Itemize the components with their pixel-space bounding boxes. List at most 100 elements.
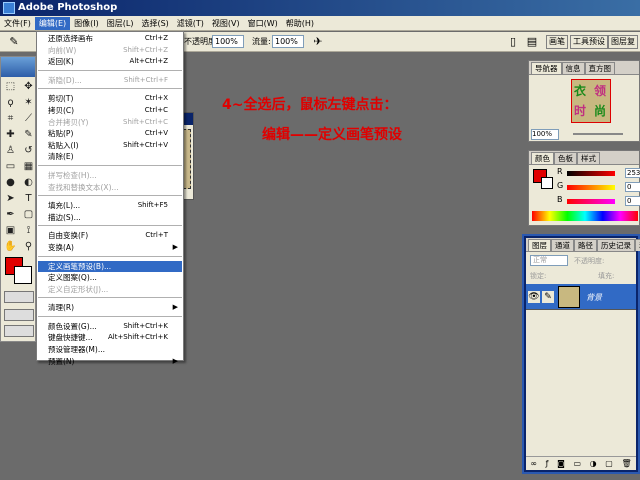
edit-menu-item[interactable]: 变换(A) ▶ (38, 242, 182, 254)
background-color-swatch[interactable] (14, 266, 32, 284)
tab-brushes[interactable]: 画笔 (546, 35, 568, 49)
notes-tool-icon[interactable]: ▣ (2, 223, 19, 238)
screen-mode-buttons[interactable] (4, 309, 34, 321)
menu-image[interactable]: 图像(I) (70, 17, 103, 30)
menu-filter[interactable]: 滤镜(T) (173, 17, 208, 30)
type-tool-icon[interactable]: T (20, 191, 37, 206)
tab-layer-comps[interactable]: 图层复 (608, 35, 638, 49)
blue-value-field[interactable]: 0 (625, 196, 640, 206)
blue-slider[interactable] (567, 199, 615, 204)
tab-color[interactable]: 颜色 (531, 152, 554, 164)
tab-swatches[interactable]: 色板 (554, 152, 577, 164)
layer-style-icon[interactable]: ƒ (546, 459, 549, 468)
pen-tool-icon[interactable]: ✒ (2, 207, 19, 222)
tab-history[interactable]: 历史记录 (597, 239, 635, 251)
tab-tool-presets[interactable]: 工具预设 (570, 35, 608, 49)
link-icon[interactable]: ∞ (530, 459, 537, 468)
edit-menu-item[interactable]: 清理(R) ▶ (38, 302, 182, 314)
edit-menu-item[interactable]: 定义图案(Q)... (38, 272, 182, 284)
tab-navigator[interactable]: 导航器 (531, 62, 562, 74)
file-browser-icon[interactable]: ▯ (505, 34, 521, 50)
tab-actions[interactable]: 动作 (635, 239, 640, 251)
edit-menu-item[interactable]: 粘贴(P) Ctrl+V (38, 128, 182, 140)
menu-window[interactable]: 窗口(W) (244, 17, 282, 30)
edit-menu-item[interactable]: 返回(K) Alt+Ctrl+Z (38, 56, 182, 68)
edit-menu-item[interactable]: 描边(S)... (38, 212, 182, 224)
jump-to-imageready-button[interactable] (4, 325, 34, 337)
tab-histogram[interactable]: 直方图 (584, 62, 615, 74)
instruction-line-1: 4~全选后，鼠标左键点击： (222, 97, 398, 113)
quick-mask-mode-toggle[interactable] (4, 291, 34, 303)
flow-field[interactable]: 100% (272, 35, 304, 48)
eye-icon[interactable]: 👁 (528, 291, 540, 303)
menu-view[interactable]: 视图(V) (208, 17, 244, 30)
eyedropper-tool-icon[interactable]: ⟟ (20, 223, 37, 238)
hand-tool-icon[interactable]: ✋ (2, 239, 19, 254)
tab-channels[interactable]: 通道 (551, 239, 574, 251)
crop-tool-icon[interactable]: ⌗ (2, 111, 19, 126)
airbrush-icon[interactable]: ✈ (310, 34, 326, 50)
navigator-thumbnail[interactable]: 衣 领 时 尚 (571, 79, 611, 123)
red-slider[interactable] (567, 171, 615, 176)
edit-menu-item[interactable]: 粘贴入(I) Shift+Ctrl+V (38, 140, 182, 152)
edit-menu-item[interactable]: 自由变换(F) Ctrl+T (38, 230, 182, 242)
gradient-tool-icon[interactable]: ▦ (20, 159, 37, 174)
opacity-field[interactable]: 100% (212, 35, 244, 48)
menu-file[interactable]: 文件(F) (0, 17, 35, 30)
lasso-tool-icon[interactable]: ϙ (2, 95, 19, 110)
adobe-logo[interactable] (1, 57, 35, 77)
edit-menu-item[interactable]: 还原选择画布 Ctrl+Z (38, 33, 182, 45)
tab-layers[interactable]: 图层 (528, 239, 551, 251)
edit-menu-item[interactable]: 填充(L)... Shift+F5 (38, 200, 182, 212)
tab-paths[interactable]: 路径 (574, 239, 597, 251)
new-layer-icon[interactable]: ▢ (605, 459, 613, 468)
marquee-tool-icon[interactable]: ⬚ (2, 79, 19, 94)
menu-layer[interactable]: 图层(L) (103, 17, 138, 30)
navigator-zoom-field[interactable]: 100% (531, 129, 559, 140)
document-canvas[interactable] (183, 129, 191, 189)
menu-edit[interactable]: 编辑(E) (34, 16, 71, 30)
edit-menu-item[interactable]: 清除(E) (38, 151, 182, 163)
tab-styles[interactable]: 样式 (577, 152, 600, 164)
blur-tool-icon[interactable]: ● (2, 175, 19, 190)
healing-brush-tool-icon[interactable]: ✚ (2, 127, 19, 142)
layer-row-background[interactable]: 👁 ✎ 背景 (526, 284, 636, 310)
history-brush-tool-icon[interactable]: ↺ (20, 143, 37, 158)
path-selection-tool-icon[interactable]: ➤ (2, 191, 19, 206)
blend-mode-select[interactable]: 正常 (530, 255, 568, 266)
trash-icon[interactable]: 🗑 (621, 459, 631, 468)
move-tool-icon[interactable]: ✥ (20, 79, 37, 94)
menu-select[interactable]: 选择(S) (137, 17, 172, 30)
green-value-field[interactable]: 0 (625, 182, 640, 192)
zoom-tool-icon[interactable]: ⚲ (20, 239, 37, 254)
magic-wand-tool-icon[interactable]: ✶ (20, 95, 37, 110)
mask-icon[interactable]: ◙ (557, 459, 565, 468)
brush-tool-icon[interactable]: ✎ (6, 34, 22, 50)
slice-tool-icon[interactable]: ⟋ (20, 111, 37, 126)
color-ramp[interactable] (532, 211, 638, 221)
edit-menu-item[interactable]: 预设管理器(M)... (38, 344, 182, 356)
edit-menu-item[interactable]: 键盘快捷键... Alt+Shift+Ctrl+K (38, 332, 182, 344)
red-label: R (557, 167, 563, 176)
color-panel: 颜色 色板 样式 R 253 G 0 B 0 (528, 150, 640, 226)
edit-menu-item[interactable]: 定义画笔预设(B)... (38, 260, 182, 273)
edit-menu-item[interactable]: 颜色设置(G)... Shift+Ctrl+K (38, 321, 182, 333)
edit-menu-item-shortcut: Ctrl+C (144, 105, 168, 114)
folder-icon[interactable]: ▭ (573, 459, 581, 468)
color-panel-background-swatch[interactable] (541, 177, 553, 189)
tab-info[interactable]: 信息 (561, 62, 585, 74)
edit-menu-item[interactable]: 拷贝(C) Ctrl+C (38, 105, 182, 117)
red-value-field[interactable]: 253 (625, 168, 640, 178)
clone-stamp-tool-icon[interactable]: ♙ (2, 143, 19, 158)
edit-menu-item[interactable]: 剪切(T) Ctrl+X (38, 93, 182, 105)
adjustment-layer-icon[interactable]: ◑ (590, 459, 597, 468)
navigator-zoom-slider[interactable] (573, 133, 623, 135)
edit-menu-item[interactable]: 预置(N) ▶ (38, 356, 182, 368)
eraser-tool-icon[interactable]: ▭ (2, 159, 19, 174)
menu-help[interactable]: 帮助(H) (282, 17, 318, 30)
brush-tool-icon[interactable]: ✎ (20, 127, 37, 142)
palette-well-icon[interactable]: ▤ (524, 34, 540, 50)
shape-tool-icon[interactable]: ▢ (20, 207, 37, 222)
green-slider[interactable] (567, 185, 615, 190)
dodge-tool-icon[interactable]: ◐ (20, 175, 37, 190)
